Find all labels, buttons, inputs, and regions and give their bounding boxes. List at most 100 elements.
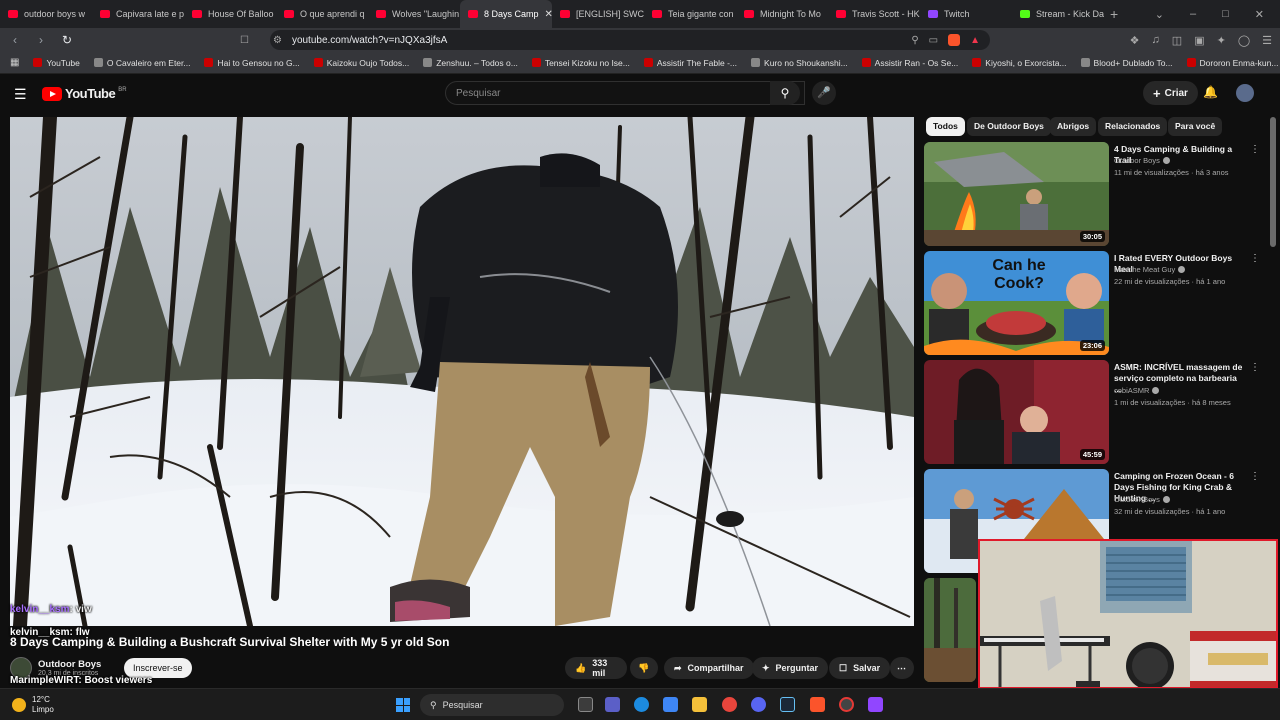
ask-button[interactable]: ✦ Perguntar	[752, 657, 829, 679]
forward-icon[interactable]: ›	[34, 33, 48, 47]
menu-icon[interactable]: ☰	[1262, 34, 1272, 47]
discord-icon[interactable]	[751, 697, 766, 712]
bookmark-item[interactable]: Assistir The Fable -...	[643, 58, 737, 68]
account-avatar[interactable]	[1236, 84, 1254, 102]
more-vert-icon[interactable]: ⋮	[1250, 362, 1260, 373]
close-tab-icon[interactable]: ✕	[545, 9, 552, 20]
browser-tab[interactable]: Travis Scott - HK	[828, 0, 920, 28]
chevron-down-icon[interactable]: ⌄	[1155, 8, 1164, 21]
weather-widget[interactable]: 12°C Limpo	[12, 695, 54, 715]
apps-icon[interactable]: ▦	[10, 57, 19, 68]
back-icon[interactable]: ‹	[8, 33, 22, 47]
chip-relacionados[interactable]: Relacionados	[1098, 117, 1168, 136]
browser-tab[interactable]: Midnight To Mo	[736, 0, 828, 28]
video-thumbnail[interactable]: 30:05	[924, 142, 1109, 246]
like-button[interactable]: 👍 333 mil	[565, 657, 627, 679]
channel-name[interactable]: Outdoor Boys	[38, 659, 101, 670]
create-button[interactable]: + Criar	[1143, 81, 1198, 105]
vpn-icon[interactable]: ◯	[1238, 34, 1250, 47]
browser-tab[interactable]: 8 Days Camp ✕	[460, 0, 552, 28]
bookmark-item[interactable]: Kaizoku Oujo Todos...	[313, 58, 409, 68]
edge-icon[interactable]	[634, 697, 649, 712]
video-thumbnail[interactable]: Can he Cook? 23:06	[924, 251, 1109, 355]
video-thumbnail[interactable]: 45:59	[924, 360, 1109, 464]
browser-tab[interactable]: O que aprendi q	[276, 0, 368, 28]
chip-todos[interactable]: Todos	[926, 117, 965, 136]
copilot-icon[interactable]	[663, 697, 678, 712]
browser-tab[interactable]: Teia gigante con	[644, 0, 736, 28]
search-input[interactable]: Pesquisar	[445, 81, 805, 105]
more-actions-button[interactable]: ⋯	[890, 657, 914, 679]
leo-icon[interactable]: ✦	[1217, 34, 1226, 47]
bookmark-item[interactable]: Blood+ Dublado To...	[1080, 58, 1173, 68]
video-player[interactable]	[10, 117, 914, 626]
chip-de-outdoor-boys[interactable]: De Outdoor Boys	[967, 117, 1051, 136]
bookmark-item[interactable]: YouTube	[33, 58, 80, 68]
more-vert-icon[interactable]: ⋮	[1250, 471, 1260, 482]
recommendation-channel[interactable]: Max the Meat Guy	[1114, 265, 1186, 274]
bookmark-item[interactable]: Assistir Ran - Os Se...	[861, 58, 958, 68]
recommendation-channel[interactable]: Outdoor Boys	[1114, 495, 1170, 504]
browser-tab[interactable]: Twitch	[920, 0, 1012, 28]
browser-tab[interactable]: House Of Balloo	[184, 0, 276, 28]
bookmark-item[interactable]: Kuro no Shoukanshi...	[751, 58, 848, 68]
youtube-logo[interactable]: YouTube BR	[42, 86, 127, 101]
browser-tab[interactable]: Stream - Kick Da	[1012, 0, 1104, 28]
url-text[interactable]: youtube.com/watch?v=nJQXa3jfsA	[292, 35, 901, 46]
browser-tab[interactable]: outdoor boys w	[0, 0, 92, 28]
extensions-icon[interactable]: ❖	[1130, 34, 1140, 47]
teams-icon[interactable]	[605, 697, 620, 712]
bookmark-item[interactable]: Dororon Enma-kun...	[1186, 58, 1278, 68]
wallet-icon[interactable]: ▣	[1194, 34, 1204, 47]
windows-start-icon[interactable]	[396, 698, 410, 712]
zoom-icon[interactable]: ⚲	[911, 35, 918, 46]
cast-icon[interactable]: ▭	[929, 35, 938, 46]
twitch-app-icon[interactable]	[868, 697, 883, 712]
browser-tab[interactable]: Capivara late e p	[92, 0, 184, 28]
bookmark-item[interactable]: Hai to Gensou no G...	[204, 58, 300, 68]
scrollbar[interactable]	[1270, 117, 1276, 247]
save-button[interactable]: ☐ Salvar	[829, 657, 891, 679]
new-tab-button[interactable]: +	[1110, 6, 1118, 22]
brave-icon[interactable]	[810, 697, 825, 712]
bookmark-icon[interactable]: ☐	[240, 35, 249, 46]
steam-icon[interactable]	[780, 697, 795, 712]
more-vert-icon[interactable]: ⋮	[1250, 144, 1260, 155]
file-explorer-icon[interactable]	[692, 697, 707, 712]
bookmark-item[interactable]: Tensei Kizoku no Ise...	[531, 58, 630, 68]
sidebar-icon[interactable]: ◫	[1172, 34, 1182, 47]
browser-tab[interactable]: Wolves "Laughin	[368, 0, 460, 28]
bookmark-item[interactable]: O Cavaleiro em Eter...	[93, 58, 190, 68]
obs-icon[interactable]	[839, 697, 854, 712]
guide-menu-icon[interactable]: ☰	[14, 86, 27, 103]
close-window-icon[interactable]: ✕	[1255, 8, 1264, 21]
music-icon[interactable]: ♫	[1152, 34, 1160, 47]
reload-icon[interactable]: ↻	[60, 33, 74, 47]
chip-abrigos[interactable]: Abrigos	[1050, 117, 1097, 136]
address-bar[interactable]: ☐ ⚙ youtube.com/watch?v=nJQXa3jfsA ⚲ ▭ ▲	[240, 30, 990, 50]
browser-tab[interactable]: [ENGLISH] SWC2	[552, 0, 644, 28]
maximize-icon[interactable]: □	[1222, 8, 1229, 21]
more-vert-icon[interactable]: ⋮	[1250, 253, 1260, 264]
brave-rewards-icon[interactable]: ▲	[970, 35, 980, 46]
brave-shields-icon[interactable]	[948, 34, 961, 46]
notifications-icon[interactable]: 🔔	[1203, 85, 1218, 99]
chip-para-voce[interactable]: Para você	[1168, 117, 1223, 136]
minimize-icon[interactable]: –	[1190, 8, 1196, 21]
recommendation-channel[interactable]: Outdoor Boys	[1114, 156, 1170, 165]
voice-search-button[interactable]: 🎤	[812, 81, 836, 105]
search-button[interactable]: ⚲	[770, 81, 800, 105]
taskbar-search[interactable]: ⚲ Pesquisar	[420, 694, 564, 716]
bookmark-item[interactable]: Kiyoshi, o Exorcista...	[972, 58, 1067, 68]
recommendation-item[interactable]: 30:05 4 Days Camping & Building a Trail …	[924, 142, 1269, 246]
task-view-icon[interactable]	[578, 697, 593, 712]
site-info-icon[interactable]: ⚙	[273, 35, 282, 46]
recommendation-item[interactable]: Can he Cook? 23:06 I Rated EVERY Outdoor…	[924, 251, 1269, 355]
bookmark-item[interactable]: Zenshuu. – Todos o...	[423, 58, 518, 68]
share-button[interactable]: ➦ Compartilhar	[664, 657, 754, 679]
recommendation-item-partial[interactable]	[924, 578, 976, 682]
recommendation-item[interactable]: 45:59 ASMR: INCRÍVEL massagem de serviço…	[924, 360, 1269, 464]
dislike-button[interactable]: 👎	[630, 657, 658, 679]
recommendation-channel[interactable]: cobiASMR	[1114, 386, 1160, 395]
chrome-icon[interactable]	[722, 697, 737, 712]
